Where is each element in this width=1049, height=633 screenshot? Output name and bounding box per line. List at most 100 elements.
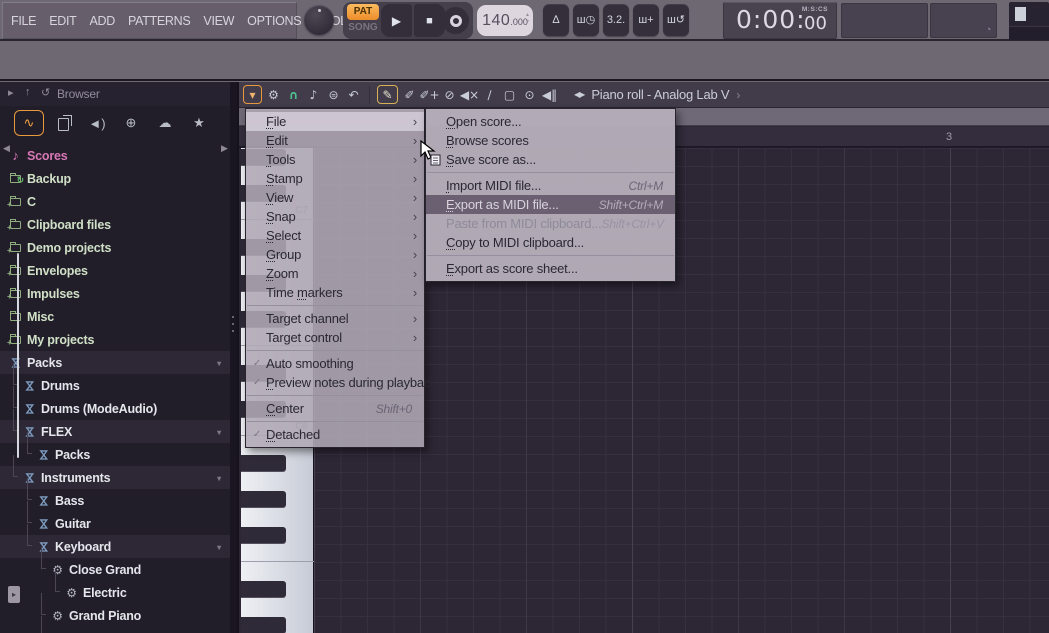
menu-item-center[interactable]: CenterShift+0: [246, 399, 424, 418]
menu-item-open-score[interactable]: Open score...: [426, 112, 675, 131]
menubar-item-edit[interactable]: EDIT: [49, 14, 76, 28]
browser-item-backup[interactable]: Backup: [0, 167, 230, 190]
menu-item-detached[interactable]: ✓Detached: [246, 425, 424, 444]
typing-to-piano-button[interactable]: ш+: [633, 4, 659, 36]
channel-nav-icon[interactable]: ◀▶: [574, 90, 584, 99]
menu-item-tools[interactable]: Tools›: [246, 150, 424, 169]
pr-zoom-tool-button[interactable]: ⊙: [521, 85, 538, 104]
menu-item-auto-smoothing[interactable]: ✓Auto smoothing: [246, 354, 424, 373]
browser-item-bass[interactable]: ⋈Bass: [0, 489, 230, 512]
menu-item-copy-to-midi-clipboard[interactable]: Copy to MIDI clipboard...: [426, 233, 675, 252]
menu-item-import-midi-file[interactable]: Import MIDI file...Ctrl+M: [426, 176, 675, 195]
wait-for-input-button[interactable]: ш◷: [573, 4, 599, 36]
browser-item-packs[interactable]: ⋈Packs: [0, 443, 230, 466]
piano-roll-titlebar[interactable]: ◀▶ Piano roll - Analog Lab V ›: [574, 87, 740, 102]
browser-item-my-projects[interactable]: My projects: [0, 328, 230, 351]
browser-tab-files[interactable]: [48, 110, 78, 136]
menu-item-edit[interactable]: Edit›: [246, 131, 424, 150]
menubar-item-add[interactable]: ADD: [89, 14, 115, 28]
menu-item-time-markers[interactable]: Time markers›: [246, 283, 424, 302]
pr-snap-magnet-button[interactable]: ∩: [285, 85, 302, 104]
stop-button[interactable]: ■: [414, 4, 445, 37]
main-volume-knob[interactable]: [299, 2, 339, 39]
menu-item-select[interactable]: Select›: [246, 226, 424, 245]
browser-item-c[interactable]: C: [0, 190, 230, 213]
browser-item-drums[interactable]: ⋈Drums: [0, 374, 230, 397]
time-display[interactable]: 0:00: 00 M:S:CS: [723, 2, 837, 39]
browser-item-flex[interactable]: ⋈FLEX▾: [0, 420, 230, 443]
browser-item-guitar[interactable]: ⋈Guitar: [0, 512, 230, 535]
spinner-up-icon[interactable]: ▲: [525, 13, 530, 18]
tempo-field[interactable]: 140.000 ▲▼: [477, 5, 533, 36]
pr-tools-button[interactable]: ⚙: [265, 85, 282, 104]
menubar-item-view[interactable]: VIEW: [203, 14, 234, 28]
browser-item-grand-piano[interactable]: ⚙Grand Piano: [0, 604, 230, 627]
pr-quantize-button[interactable]: ⊜: [325, 85, 342, 104]
menu-item-snap[interactable]: Snap›: [246, 207, 424, 226]
browser-expand-icon[interactable]: ▸: [8, 86, 14, 99]
black-key[interactable]: [241, 527, 286, 543]
menubar-item-file[interactable]: FILE: [11, 14, 36, 28]
collapse-triangle-icon[interactable]: ▾: [217, 428, 221, 437]
menubar-item-patterns[interactable]: PATTERNS: [128, 14, 190, 28]
browser-scrollbar[interactable]: [17, 253, 19, 458]
browser-item-impulses[interactable]: Impulses: [0, 282, 230, 305]
browser-refresh-icon[interactable]: ↺: [41, 86, 50, 99]
countdown-button[interactable]: 3.2.: [603, 4, 629, 36]
metronome-button[interactable]: ∆: [543, 4, 569, 36]
pat-song-switch[interactable]: PAT SONG: [347, 4, 379, 37]
pr-stamp-button[interactable]: ♪: [305, 85, 322, 104]
browser-item-clipboard-files[interactable]: Clipboard files: [0, 213, 230, 236]
pr-draw-tool-button[interactable]: ✎: [377, 85, 398, 104]
collapse-triangle-icon[interactable]: ▾: [217, 543, 221, 552]
browser-corner-button[interactable]: ▸: [8, 586, 20, 603]
browser-item-rhodes[interactable]: ⚙Rhodes: [0, 627, 230, 633]
menu-item-save-score-as[interactable]: Save score as...: [426, 150, 675, 169]
loop-record-button[interactable]: ш↺: [663, 4, 689, 36]
menu-item-zoom[interactable]: Zoom›: [246, 264, 424, 283]
menu-item-target-channel[interactable]: Target channel›: [246, 309, 424, 328]
pr-paint-tool-button[interactable]: ✐: [401, 85, 418, 104]
browser-tab-internet[interactable]: ⊕: [116, 110, 146, 136]
browser-item-close-grand[interactable]: ⚙Close Grand: [0, 558, 230, 581]
menubar-item-options[interactable]: OPTIONS: [247, 14, 301, 28]
play-button[interactable]: ▶: [381, 4, 412, 37]
menu-item-export-as-score-sheet[interactable]: Export as score sheet...: [426, 259, 675, 278]
black-key[interactable]: [241, 617, 286, 633]
pr-paint-sequence-tool-button[interactable]: ✐+: [421, 85, 438, 104]
pat-mode-badge[interactable]: PAT: [347, 4, 379, 20]
pr-slice-tool-button[interactable]: ∕: [481, 85, 498, 104]
browser-up-icon[interactable]: ↑: [25, 86, 31, 98]
song-mode-label[interactable]: SONG: [347, 20, 379, 35]
menu-item-group[interactable]: Group›: [246, 245, 424, 264]
menu-item-stamp[interactable]: Stamp›: [246, 169, 424, 188]
pr-mute-tool-button[interactable]: ◀×: [461, 85, 478, 104]
collapse-triangle-icon[interactable]: ▾: [217, 474, 221, 483]
pr-delete-tool-button[interactable]: ⊘: [441, 85, 458, 104]
browser-item-keyboard[interactable]: ⋈Keyboard▾: [0, 535, 230, 558]
browser-item-instruments[interactable]: ⋈Instruments▾: [0, 466, 230, 489]
browser-item-misc[interactable]: Misc: [0, 305, 230, 328]
black-key[interactable]: [241, 581, 286, 597]
panel-divider[interactable]: [230, 82, 237, 633]
browser-tab-favorites[interactable]: ★: [184, 110, 214, 136]
menu-item-preview-notes-during-playback[interactable]: ✓Preview notes during playback: [246, 373, 424, 392]
browser-tab-all[interactable]: ∿: [14, 110, 44, 136]
browser-tab-current-project[interactable]: ◄): [82, 110, 112, 136]
browser-item-drums-modeaudio[interactable]: ⋈Drums (ModeAudio): [0, 397, 230, 420]
menu-item-file[interactable]: File›: [246, 112, 424, 131]
browser-item-scores[interactable]: ♪Scores: [0, 144, 230, 167]
browser-item-electric[interactable]: ⚙Electric: [0, 581, 230, 604]
menu-item-export-as-midi-file[interactable]: Export as MIDI file...Shift+Ctrl+M: [426, 195, 675, 214]
menu-item-target-control[interactable]: Target control›: [246, 328, 424, 347]
pr-playback-tool-button[interactable]: ◀‖: [541, 85, 558, 104]
pr-menu-button[interactable]: ▾: [243, 85, 262, 104]
browser-item-demo-projects[interactable]: Demo projects: [0, 236, 230, 259]
collapse-triangle-icon[interactable]: ▾: [217, 359, 221, 368]
browser-item-envelopes[interactable]: Envelopes: [0, 259, 230, 282]
browser-item-packs[interactable]: ⋈Packs▾: [0, 351, 230, 374]
menu-item-paste-from-midi-clipboard[interactable]: Paste from MIDI clipboard...Shift+Ctrl+V: [426, 214, 675, 233]
tempo-spinner[interactable]: ▲▼: [525, 13, 530, 25]
title-more-icon[interactable]: ›: [736, 88, 740, 102]
black-key[interactable]: [241, 455, 286, 471]
